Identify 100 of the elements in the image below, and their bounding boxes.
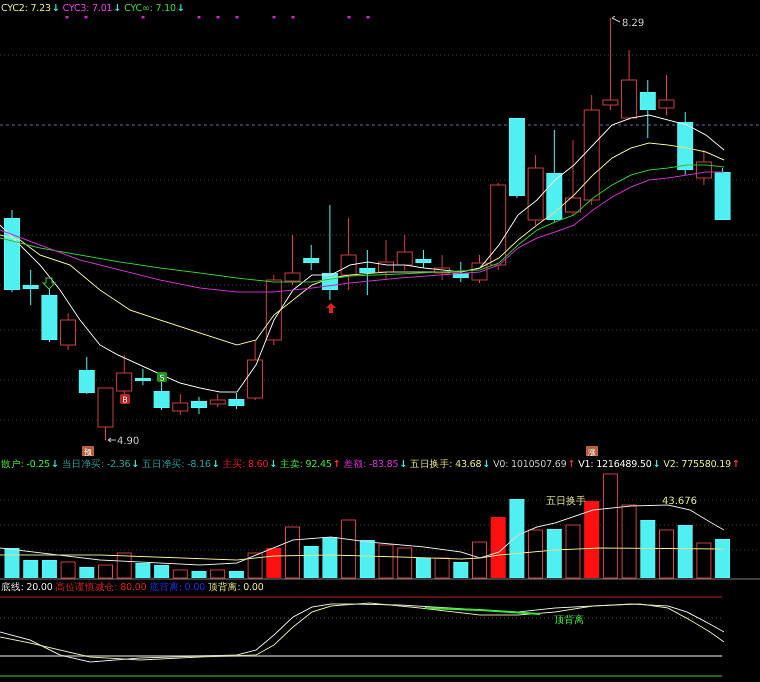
candlestick [396, 234, 413, 270]
indicator-reading: 散户: -0.25 [1, 458, 50, 470]
volume-bar [659, 530, 674, 578]
candlestick [22, 270, 39, 306]
volume-bar [566, 524, 580, 578]
divergence-label: 顶背离 [554, 615, 584, 626]
volume-bar [266, 548, 282, 578]
candlestick [452, 262, 469, 282]
indicator-reading: 顶背离: 0.00 [208, 580, 264, 594]
volume-bar [416, 558, 431, 578]
volume-bar [154, 565, 170, 578]
indicator-reading: 高位谨慎减仓: 80.00 [56, 580, 146, 594]
indicator-reading: V2: 775580.19 [663, 458, 731, 470]
candlestick [621, 50, 638, 120]
trend-arrow: ↓ [269, 458, 278, 470]
volume-bar [678, 525, 693, 578]
candlestick [210, 394, 226, 408]
indicator-reading: 五日换手: 43.68 [410, 458, 482, 470]
candlestick [60, 312, 76, 350]
volume-bar [228, 571, 244, 578]
candlestick [528, 154, 544, 226]
line-label: 五日换手 [546, 496, 586, 507]
volume-bar [696, 542, 712, 578]
candlestick [696, 150, 712, 186]
marker-badge: 预 [82, 446, 94, 456]
trend-arrow: ↓ [212, 458, 220, 470]
indicator-reading: 主卖: 92.45 [280, 458, 332, 470]
volume-bar [360, 540, 375, 578]
candlestick [98, 388, 114, 440]
trend-arrow: ↓ [52, 2, 60, 14]
trend-arrow: ↓ [652, 458, 660, 470]
candlestick [359, 250, 376, 296]
candlestick [415, 250, 432, 268]
volume-bar [322, 537, 338, 578]
volume-bar [304, 546, 319, 578]
volume-bar [715, 539, 730, 578]
volume-bar [135, 563, 150, 578]
high-leader-line [612, 16, 620, 22]
candlestick [134, 368, 151, 386]
trend-arrow: ↑ [732, 458, 740, 470]
indicator-reading: 当日净买: -2.36 [62, 458, 130, 470]
volume-bar [453, 562, 468, 578]
indicator-reading: V1: 1216489.50 [578, 458, 652, 470]
volume-bar [172, 570, 188, 578]
volume-bar [397, 548, 412, 578]
arrow-up-icon [326, 303, 336, 313]
volume-bar [341, 520, 356, 578]
marker-badge: 涨 [586, 446, 598, 456]
indicator-reading: CYC3: 7.01 [62, 2, 112, 14]
volume-bar [98, 564, 113, 578]
indicator-reading: 底线: 20.00 [1, 580, 53, 594]
volume-bar [546, 529, 562, 578]
line-value-label: 43.676 [662, 496, 697, 507]
candlestick [266, 274, 282, 346]
buy-badge: B [120, 394, 130, 404]
sell-badge: S [157, 372, 167, 382]
candlestick [303, 244, 320, 270]
candlestick [41, 288, 58, 342]
candlestick [172, 394, 188, 416]
volume-bar [192, 571, 206, 578]
volume-bar [42, 560, 57, 578]
candlestick [78, 356, 95, 394]
indicator-reading: 五日净买: -8.16 [142, 458, 211, 470]
volume-bar [285, 526, 300, 578]
trend-arrow: ↓ [176, 2, 185, 14]
candlestick [378, 240, 394, 280]
trend-arrow: ↓ [131, 458, 140, 470]
volume-bar [640, 520, 656, 578]
volume-bar [528, 530, 544, 578]
candlestick [658, 74, 674, 116]
low-price-label: 4.90 [117, 436, 140, 447]
volume-bar [60, 562, 76, 578]
arrow-down-icon [42, 278, 56, 290]
indicator-reading: CYC∞: 7.10 [124, 2, 176, 14]
indicator-reading: V0: 1010507.69 [493, 458, 566, 470]
volume-bar [116, 552, 132, 578]
candlestick [116, 354, 132, 396]
candlestick [434, 254, 450, 280]
candlestick [284, 234, 300, 286]
candlestick [191, 396, 207, 414]
volume-bar [79, 567, 94, 578]
low-leader-line [108, 438, 116, 442]
volume-bar [248, 552, 263, 578]
indicator-reading: 差额: -83.85 [343, 458, 398, 470]
volume-bar [210, 570, 226, 578]
volume-bar [4, 548, 20, 578]
volume-bar [23, 560, 38, 578]
candlestick [640, 80, 656, 138]
candlestick [247, 340, 264, 400]
candlestick [677, 112, 694, 176]
volume-bar [472, 542, 487, 578]
indicator-reading: 底背离: 0.00 [149, 580, 206, 594]
trend-arrow: ↑ [567, 458, 576, 470]
trend-arrow: ↓ [113, 2, 122, 14]
candlestick [714, 168, 731, 220]
candlestick [472, 254, 488, 284]
indicator-reading: CYC2: 7.23 [1, 2, 51, 14]
volume-bar [434, 558, 450, 578]
high-price-label: 8.29 [622, 18, 644, 29]
trend-arrow: ↓ [51, 458, 59, 470]
